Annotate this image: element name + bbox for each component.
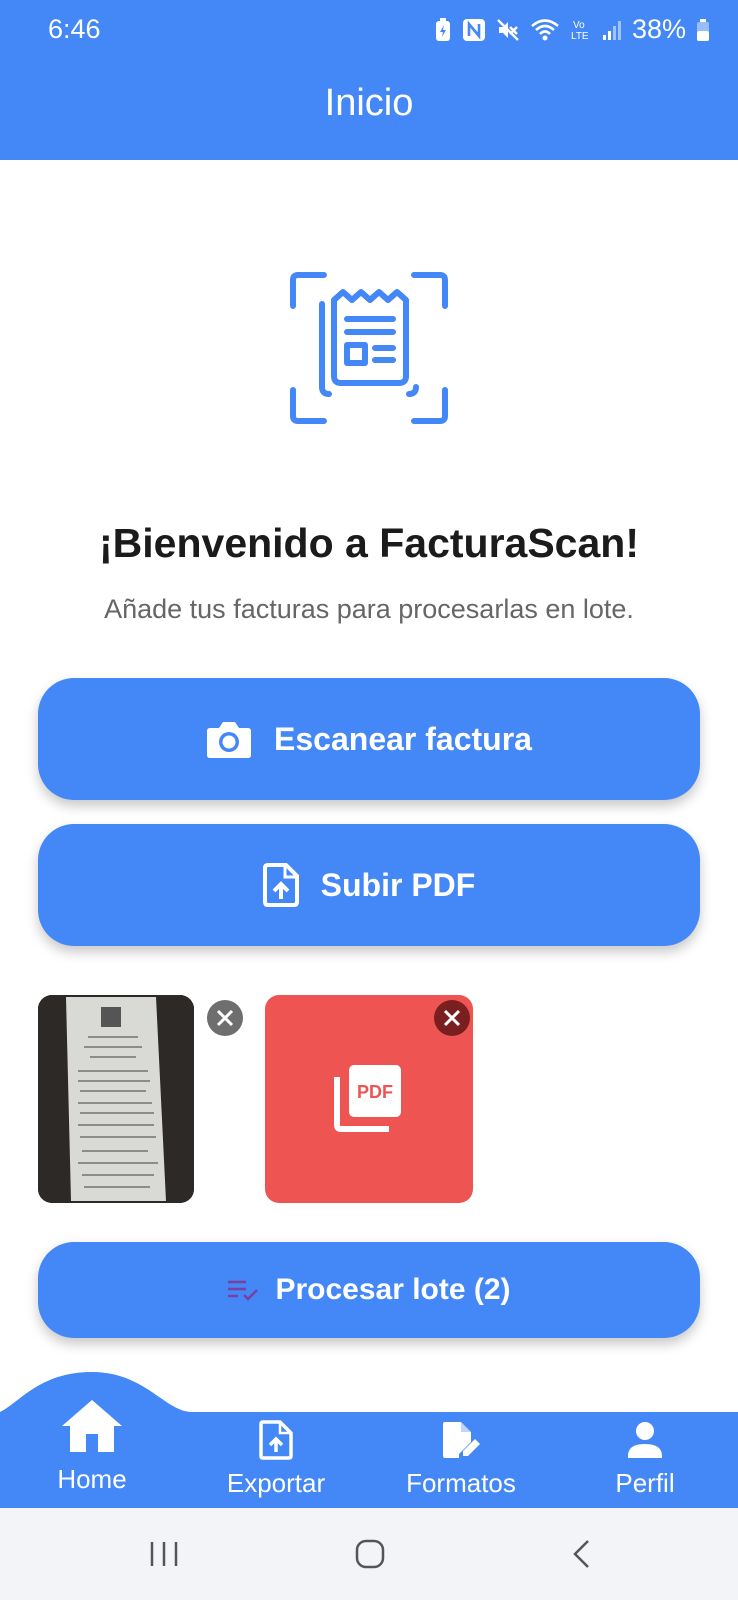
svg-text:LTE: LTE [571, 31, 589, 42]
battery-saver-icon [435, 17, 450, 41]
person-icon [628, 1422, 662, 1458]
nav-home-label: Home [57, 1464, 127, 1494]
mute-icon [497, 18, 519, 41]
receipt-photo-thumbnail[interactable] [38, 995, 194, 1203]
upload-pdf-button[interactable]: Subir PDF [38, 824, 700, 946]
camera-icon [207, 722, 252, 758]
recent-apps-icon[interactable] [148, 1538, 180, 1570]
process-batch-label: Procesar lote (2) [275, 1273, 511, 1306]
nav-export-label: Exportar [226, 1468, 326, 1498]
file-upload-icon [262, 863, 299, 907]
battery-percent: 38% [631, 14, 686, 44]
close-icon [216, 1009, 234, 1027]
back-icon[interactable] [566, 1538, 598, 1570]
nav-home[interactable]: Home [17, 1398, 167, 1495]
remove-image-button[interactable] [207, 1000, 243, 1036]
receipt-photo [38, 995, 194, 1203]
battery-icon [697, 18, 709, 41]
home-icon [62, 1400, 122, 1452]
nav-export[interactable]: Exportar [201, 1420, 351, 1499]
nav-profile[interactable]: Perfil [570, 1420, 720, 1499]
page-title: Inicio [324, 82, 414, 124]
nfc-icon [462, 18, 485, 41]
close-icon [443, 1009, 461, 1027]
playlist-check-icon [228, 1280, 259, 1301]
receipt-scan-icon [290, 272, 448, 424]
edit-document-icon [443, 1422, 480, 1458]
nav-profile-label: Perfil [615, 1468, 675, 1498]
home-system-icon[interactable] [354, 1538, 386, 1570]
process-batch-button[interactable]: Procesar lote (2) [38, 1242, 700, 1338]
wifi-icon [531, 18, 559, 40]
welcome-subtitle: Añade tus facturas para procesarlas en l… [104, 594, 634, 624]
status-time: 6:46 [48, 14, 101, 44]
status-icons: Vo LTE 38% [434, 14, 710, 45]
app-bar: 6:46 Vo LTE 38% Inicio [0, 0, 738, 160]
file-upload-icon [259, 1420, 293, 1460]
welcome-title: ¡Bienvenido a FacturaScan! [99, 520, 639, 566]
remove-pdf-button[interactable] [434, 1000, 470, 1036]
pdf-icon: PDF [334, 1065, 401, 1132]
screen: 6:46 Vo LTE 38% Inicio ¡Bienvenido a Fac… [0, 0, 738, 1600]
signal-icon [602, 20, 621, 40]
upload-pdf-label: Subir PDF [320, 866, 476, 903]
scan-invoice-button[interactable]: Escanear factura [38, 678, 700, 800]
nav-formats-label: Formatos [406, 1468, 516, 1498]
nav-formats[interactable]: Formatos [386, 1420, 536, 1499]
scan-invoice-label: Escanear factura [274, 720, 532, 757]
volte-icon: Vo LTE [571, 20, 589, 42]
svg-text:PDF: PDF [357, 1082, 393, 1102]
svg-text:Vo: Vo [573, 20, 585, 31]
